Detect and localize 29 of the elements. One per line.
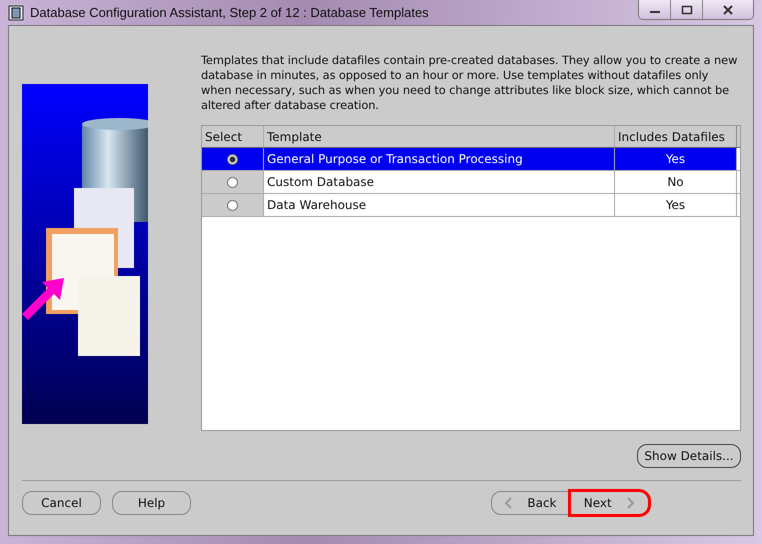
window-title: Database Configuration Assistant, Step 2 of 12 : Database Templates [30,5,430,20]
table-cell: No [667,175,684,189]
radio-button[interactable] [227,176,238,188]
table-cell: General Purpose or Transaction Processing [267,152,523,166]
dialog-button[interactable]: Cancel [22,491,101,515]
table-cell: Data Warehouse [267,198,366,212]
table-row[interactable]: Custom Database No [202,171,740,194]
chevron-left-icon [504,497,514,509]
minimize-button[interactable] [639,0,671,19]
table-cell: Yes [666,198,686,212]
radio-button[interactable] [227,200,238,210]
maximize-icon [680,4,692,14]
table-row[interactable]: Data Warehouse Yes [202,194,740,217]
dialog-button[interactable]: Help [112,491,191,515]
table-cell: Custom Database [267,175,374,189]
maximize-button[interactable] [671,0,703,19]
next-button[interactable]: Next [570,491,649,515]
show-details-button[interactable]: Show Details... [637,444,741,468]
close-button[interactable] [703,0,753,19]
column-header[interactable]: Includes Datafiles [615,126,737,147]
table-cell: Yes [666,152,686,166]
chevron-right-icon [625,497,636,509]
radio-button[interactable] [227,154,238,164]
column-header[interactable]: Select [202,126,264,147]
column-header[interactable]: Template [264,126,615,147]
app-icon [8,4,24,20]
back-button[interactable]: Back [491,491,570,515]
description-text: Templates that include datafiles contain pre-created databases. They allow you to create a new database in minutes, as opposed to an hour or more. Use templates without datafiles only when necessary, such as when you need to change attributes like block size, which cannot be altered after database creation. [201,53,738,113]
close-icon [722,4,734,14]
